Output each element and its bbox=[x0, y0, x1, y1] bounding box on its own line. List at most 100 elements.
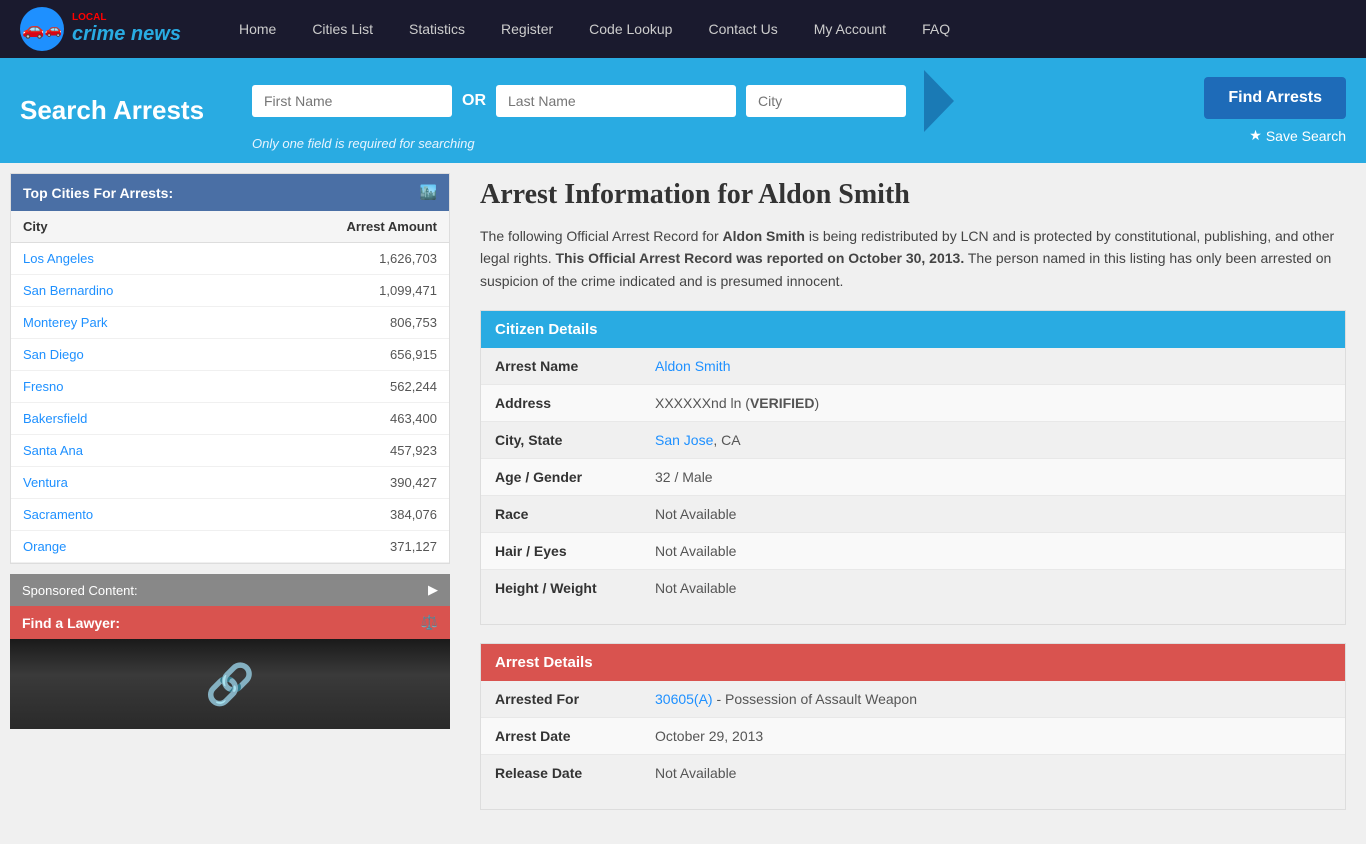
field-value-arrest-date: October 29, 2013 bbox=[641, 718, 1345, 755]
city-amount: 656,915 bbox=[230, 339, 449, 371]
intro-bold: This Official Arrest Record was reported… bbox=[555, 250, 964, 266]
first-name-input[interactable] bbox=[252, 85, 452, 117]
city-link[interactable]: Bakersfield bbox=[23, 411, 87, 426]
city-input[interactable] bbox=[746, 85, 906, 117]
col-city: City bbox=[11, 211, 230, 243]
save-search-link[interactable]: ★ Save Search bbox=[1249, 127, 1346, 144]
save-search-label: Save Search bbox=[1266, 128, 1346, 144]
top-cities-header-label: Top Cities For Arrests: bbox=[23, 185, 173, 201]
table-row: Race Not Available bbox=[481, 496, 1345, 533]
city-link[interactable]: Los Angeles bbox=[23, 251, 94, 266]
table-row: Orange 371,127 bbox=[11, 531, 449, 563]
search-hint: Only one field is required for searching bbox=[252, 136, 1172, 151]
nav-contact-us[interactable]: Contact Us bbox=[690, 0, 795, 58]
search-bar: Search Arrests OR Only one field is requ… bbox=[0, 58, 1366, 163]
city-amount: 463,400 bbox=[230, 403, 449, 435]
search-bar-inner: OR Only one field is required for search… bbox=[252, 70, 1172, 151]
intro-part1: The following Official Arrest Record for bbox=[480, 228, 723, 244]
charge-code-link[interactable]: 30605(A) bbox=[655, 691, 713, 707]
field-label-height-weight: Height / Weight bbox=[481, 570, 641, 607]
nav-register[interactable]: Register bbox=[483, 0, 571, 58]
city-amount: 457,923 bbox=[230, 435, 449, 467]
table-row: Sacramento 384,076 bbox=[11, 499, 449, 531]
city-amount: 562,244 bbox=[230, 371, 449, 403]
nav-code-lookup[interactable]: Code Lookup bbox=[571, 0, 690, 58]
arrest-name-link[interactable]: Aldon Smith bbox=[655, 358, 730, 374]
nav-statistics[interactable]: Statistics bbox=[391, 0, 483, 58]
cities-table: City Arrest Amount Los Angeles 1,626,703… bbox=[11, 211, 449, 563]
city-name: Sacramento bbox=[11, 499, 230, 531]
arrest-details-box: Arrest Details Arrested For 30605(A) - P… bbox=[480, 643, 1346, 810]
city-name: Orange bbox=[11, 531, 230, 563]
sidebar: Top Cities For Arrests: 🏙️ City Arrest A… bbox=[0, 163, 460, 844]
table-row: Arrested For 30605(A) - Possession of As… bbox=[481, 681, 1345, 718]
citizen-details-box: Citizen Details Arrest Name Aldon Smith … bbox=[480, 310, 1346, 625]
logo-brand: crime news bbox=[72, 23, 181, 46]
logo[interactable]: 🚗 LOCAL crime news bbox=[20, 7, 181, 51]
nav-cities-list[interactable]: Cities List bbox=[294, 0, 391, 58]
top-cities-box: Top Cities For Arrests: 🏙️ City Arrest A… bbox=[10, 173, 450, 564]
sponsored-header: Sponsored Content: ▶ bbox=[10, 574, 450, 606]
city-link[interactable]: Fresno bbox=[23, 379, 63, 394]
or-label: OR bbox=[462, 92, 486, 110]
field-value-race: Not Available bbox=[641, 496, 1345, 533]
city-link[interactable]: San Diego bbox=[23, 347, 84, 362]
city-name: Bakersfield bbox=[11, 403, 230, 435]
field-value-age-gender: 32 / Male bbox=[641, 459, 1345, 496]
table-row: City, State San Jose, CA bbox=[481, 422, 1345, 459]
table-row: San Diego 656,915 bbox=[11, 339, 449, 371]
field-label-age-gender: Age / Gender bbox=[481, 459, 641, 496]
table-row: Address XXXXXXnd ln (VERIFIED) bbox=[481, 385, 1345, 422]
city-amount: 1,099,471 bbox=[230, 275, 449, 307]
field-value-release-date: Not Available bbox=[641, 755, 1345, 792]
nav-home[interactable]: Home bbox=[221, 0, 294, 58]
charge-desc: - Possession of Assault Weapon bbox=[713, 691, 917, 707]
intro-name: Aldon Smith bbox=[723, 228, 805, 244]
city-link[interactable]: San Bernardino bbox=[23, 283, 113, 298]
field-value-address: XXXXXXnd ln (VERIFIED) bbox=[641, 385, 1345, 422]
field-value-city-state: San Jose, CA bbox=[641, 422, 1345, 459]
address-end: ) bbox=[815, 395, 820, 411]
city-link[interactable]: San Jose bbox=[655, 432, 713, 448]
sponsored-label: Sponsored Content: bbox=[22, 583, 138, 598]
city-link[interactable]: Monterey Park bbox=[23, 315, 108, 330]
city-name: Ventura bbox=[11, 467, 230, 499]
search-arrow-decoration bbox=[924, 70, 954, 132]
field-label-arrest-date: Arrest Date bbox=[481, 718, 641, 755]
city-link[interactable]: Santa Ana bbox=[23, 443, 83, 458]
city-name: Los Angeles bbox=[11, 243, 230, 275]
table-row: Height / Weight Not Available bbox=[481, 570, 1345, 607]
city-icon: 🏙️ bbox=[420, 184, 437, 201]
table-row: Age / Gender 32 / Male bbox=[481, 459, 1345, 496]
city-link[interactable]: Ventura bbox=[23, 475, 68, 490]
state-value: , CA bbox=[713, 432, 740, 448]
table-row: Los Angeles 1,626,703 bbox=[11, 243, 449, 275]
table-row: Arrest Date October 29, 2013 bbox=[481, 718, 1345, 755]
lawyer-box: Find a Lawyer: ⚖️ bbox=[10, 606, 450, 639]
city-amount: 1,626,703 bbox=[230, 243, 449, 275]
find-arrests-button[interactable]: Find Arrests bbox=[1204, 77, 1346, 119]
city-link[interactable]: Orange bbox=[23, 539, 66, 554]
table-row: Release Date Not Available bbox=[481, 755, 1345, 792]
city-amount: 371,127 bbox=[230, 531, 449, 563]
nav-my-account[interactable]: My Account bbox=[796, 0, 904, 58]
field-value-hair-eyes: Not Available bbox=[641, 533, 1345, 570]
logo-local: LOCAL bbox=[72, 12, 181, 23]
city-link[interactable]: Sacramento bbox=[23, 507, 93, 522]
table-row: Santa Ana 457,923 bbox=[11, 435, 449, 467]
field-label-release-date: Release Date bbox=[481, 755, 641, 792]
field-label-city-state: City, State bbox=[481, 422, 641, 459]
logo-icon: 🚗 bbox=[20, 7, 64, 51]
nav-faq[interactable]: FAQ bbox=[904, 0, 968, 58]
table-row: Ventura 390,427 bbox=[11, 467, 449, 499]
table-row: San Bernardino 1,099,471 bbox=[11, 275, 449, 307]
field-label-arrest-name: Arrest Name bbox=[481, 348, 641, 385]
last-name-input[interactable] bbox=[496, 85, 736, 117]
field-label-race: Race bbox=[481, 496, 641, 533]
city-name: San Diego bbox=[11, 339, 230, 371]
play-icon: ▶ bbox=[428, 582, 438, 598]
field-value-height-weight: Not Available bbox=[641, 570, 1345, 607]
city-amount: 384,076 bbox=[230, 499, 449, 531]
arrest-title: Arrest Information for Aldon Smith bbox=[480, 179, 1346, 211]
field-value-arrested-for: 30605(A) - Possession of Assault Weapon bbox=[641, 681, 1345, 718]
